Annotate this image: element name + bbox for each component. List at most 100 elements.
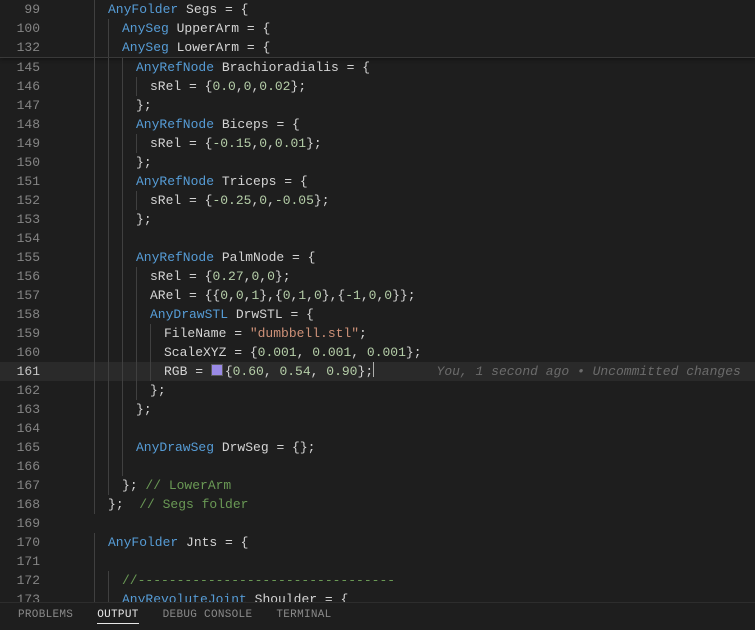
fold-gutter[interactable] xyxy=(52,77,66,96)
fold-gutter[interactable] xyxy=(52,248,66,267)
code-content[interactable] xyxy=(136,457,755,476)
line-number[interactable]: 100 xyxy=(0,19,52,38)
code-content[interactable]: RGB = {0.60, 0.54, 0.90}; You, 1 second … xyxy=(164,362,755,381)
code-line[interactable]: 147}; xyxy=(0,96,755,115)
code-content[interactable]: }; // Segs folder xyxy=(108,495,755,514)
sticky-line[interactable]: 132AnySeg LowerArm = { xyxy=(0,38,755,57)
fold-gutter[interactable] xyxy=(52,172,66,191)
fold-gutter[interactable] xyxy=(52,58,66,77)
code-content[interactable]: }; // LowerArm xyxy=(122,476,755,495)
line-number[interactable]: 165 xyxy=(0,438,52,457)
code-line[interactable]: 168}; // Segs folder xyxy=(0,495,755,514)
code-line[interactable]: 170 AnyFolder Jnts = { xyxy=(0,533,755,552)
fold-gutter[interactable] xyxy=(52,210,66,229)
code-line[interactable]: 162}; xyxy=(0,381,755,400)
code-content[interactable] xyxy=(136,229,755,248)
line-number[interactable]: 173 xyxy=(0,590,52,602)
fold-gutter[interactable] xyxy=(52,229,66,248)
fold-gutter[interactable] xyxy=(52,495,66,514)
line-number[interactable]: 170 xyxy=(0,533,52,552)
panel-tab-terminal[interactable]: TERMINAL xyxy=(276,609,331,624)
code-content[interactable]: ScaleXYZ = {0.001, 0.001, 0.001}; xyxy=(164,343,755,362)
code-content[interactable]: FileName = "dumbbell.stl"; xyxy=(164,324,755,343)
code-area[interactable]: 99 AnyFolder Segs = { 100 AnySeg UpperArm =… xyxy=(0,0,755,602)
code-content[interactable]: }; xyxy=(136,153,755,172)
fold-gutter[interactable] xyxy=(52,96,66,115)
code-line[interactable]: 146sRel = {0.0,0,0.02}; xyxy=(0,77,755,96)
code-line[interactable]: 158AnyDrawSTL DrwSTL = { xyxy=(0,305,755,324)
code-line[interactable]: 173 AnyRevoluteJoint Shoulder = { xyxy=(0,590,755,602)
code-content[interactable]: ARel = {{0,0,1},{0,1,0},{-1,0,0}}; xyxy=(150,286,755,305)
code-content[interactable]: AnySeg UpperArm = { xyxy=(122,19,755,38)
line-number[interactable]: 171 xyxy=(0,552,52,571)
code-line[interactable]: 159FileName = "dumbbell.stl"; xyxy=(0,324,755,343)
code-content[interactable]: AnyFolder Jnts = { xyxy=(108,533,755,552)
fold-gutter[interactable] xyxy=(52,0,66,19)
code-body[interactable]: 145AnyRefNode Brachioradialis = {146sRel… xyxy=(0,58,755,602)
fold-gutter[interactable] xyxy=(52,153,66,172)
fold-gutter[interactable] xyxy=(52,191,66,210)
code-content[interactable]: AnyRefNode PalmNode = { xyxy=(136,248,755,267)
code-content[interactable]: AnyRefNode Triceps = { xyxy=(136,172,755,191)
fold-gutter[interactable] xyxy=(52,38,66,57)
line-number[interactable]: 146 xyxy=(0,77,52,96)
fold-gutter[interactable] xyxy=(52,438,66,457)
line-number[interactable]: 153 xyxy=(0,210,52,229)
sticky-line[interactable]: 100 AnySeg UpperArm = { xyxy=(0,19,755,38)
line-number[interactable]: 162 xyxy=(0,381,52,400)
code-line[interactable]: 169 xyxy=(0,514,755,533)
code-content[interactable] xyxy=(108,552,755,571)
line-number[interactable]: 160 xyxy=(0,343,52,362)
fold-gutter[interactable] xyxy=(52,362,66,381)
line-number[interactable]: 152 xyxy=(0,191,52,210)
code-line[interactable]: 161RGB = {0.60, 0.54, 0.90}; You, 1 seco… xyxy=(0,362,755,381)
line-number[interactable]: 154 xyxy=(0,229,52,248)
code-line[interactable]: 172 //--------------------------------- xyxy=(0,571,755,590)
code-line[interactable]: 171 xyxy=(0,552,755,571)
fold-gutter[interactable] xyxy=(52,305,66,324)
line-number[interactable]: 164 xyxy=(0,419,52,438)
color-swatch-icon[interactable] xyxy=(211,364,223,376)
line-number[interactable]: 166 xyxy=(0,457,52,476)
line-number[interactable]: 99 xyxy=(0,0,52,19)
line-number[interactable]: 149 xyxy=(0,134,52,153)
fold-gutter[interactable] xyxy=(52,419,66,438)
line-number[interactable]: 172 xyxy=(0,571,52,590)
code-content[interactable]: }; xyxy=(136,96,755,115)
code-content[interactable]: //--------------------------------- xyxy=(122,571,755,590)
code-line[interactable]: 166 xyxy=(0,457,755,476)
fold-gutter[interactable] xyxy=(52,324,66,343)
line-number[interactable]: 147 xyxy=(0,96,52,115)
code-line[interactable]: 156sRel = {0.27,0,0}; xyxy=(0,267,755,286)
code-line[interactable]: 157ARel = {{0,0,1},{0,1,0},{-1,0,0}}; xyxy=(0,286,755,305)
code-line[interactable]: 154 xyxy=(0,229,755,248)
fold-gutter[interactable] xyxy=(52,381,66,400)
code-content[interactable]: AnyRefNode Biceps = { xyxy=(136,115,755,134)
fold-gutter[interactable] xyxy=(52,400,66,419)
fold-gutter[interactable] xyxy=(52,476,66,495)
fold-gutter[interactable] xyxy=(52,514,66,533)
code-content[interactable]: AnyRevoluteJoint Shoulder = { xyxy=(122,590,755,602)
line-number[interactable]: 167 xyxy=(0,476,52,495)
line-number[interactable]: 163 xyxy=(0,400,52,419)
code-content[interactable]: }; xyxy=(136,400,755,419)
code-content[interactable]: AnySeg LowerArm = { xyxy=(122,38,755,57)
fold-gutter[interactable] xyxy=(52,590,66,602)
code-content[interactable]: AnyDrawSeg DrwSeg = {}; xyxy=(136,438,755,457)
code-content[interactable]: }; xyxy=(150,381,755,400)
panel-tab-debug-console[interactable]: DEBUG CONSOLE xyxy=(163,609,253,624)
code-content[interactable]: AnyFolder Segs = { xyxy=(108,0,755,19)
code-content[interactable]: AnyRefNode Brachioradialis = { xyxy=(136,58,755,77)
code-line[interactable]: 145AnyRefNode Brachioradialis = { xyxy=(0,58,755,77)
code-line[interactable]: 152sRel = {-0.25,0,-0.05}; xyxy=(0,191,755,210)
code-line[interactable]: 155 AnyRefNode PalmNode = { xyxy=(0,248,755,267)
fold-gutter[interactable] xyxy=(52,19,66,38)
fold-gutter[interactable] xyxy=(52,533,66,552)
fold-gutter[interactable] xyxy=(52,115,66,134)
line-number[interactable]: 148 xyxy=(0,115,52,134)
line-number[interactable]: 151 xyxy=(0,172,52,191)
line-number[interactable]: 155 xyxy=(0,248,52,267)
code-content[interactable]: }; xyxy=(136,210,755,229)
line-number[interactable]: 156 xyxy=(0,267,52,286)
code-line[interactable]: 163}; xyxy=(0,400,755,419)
